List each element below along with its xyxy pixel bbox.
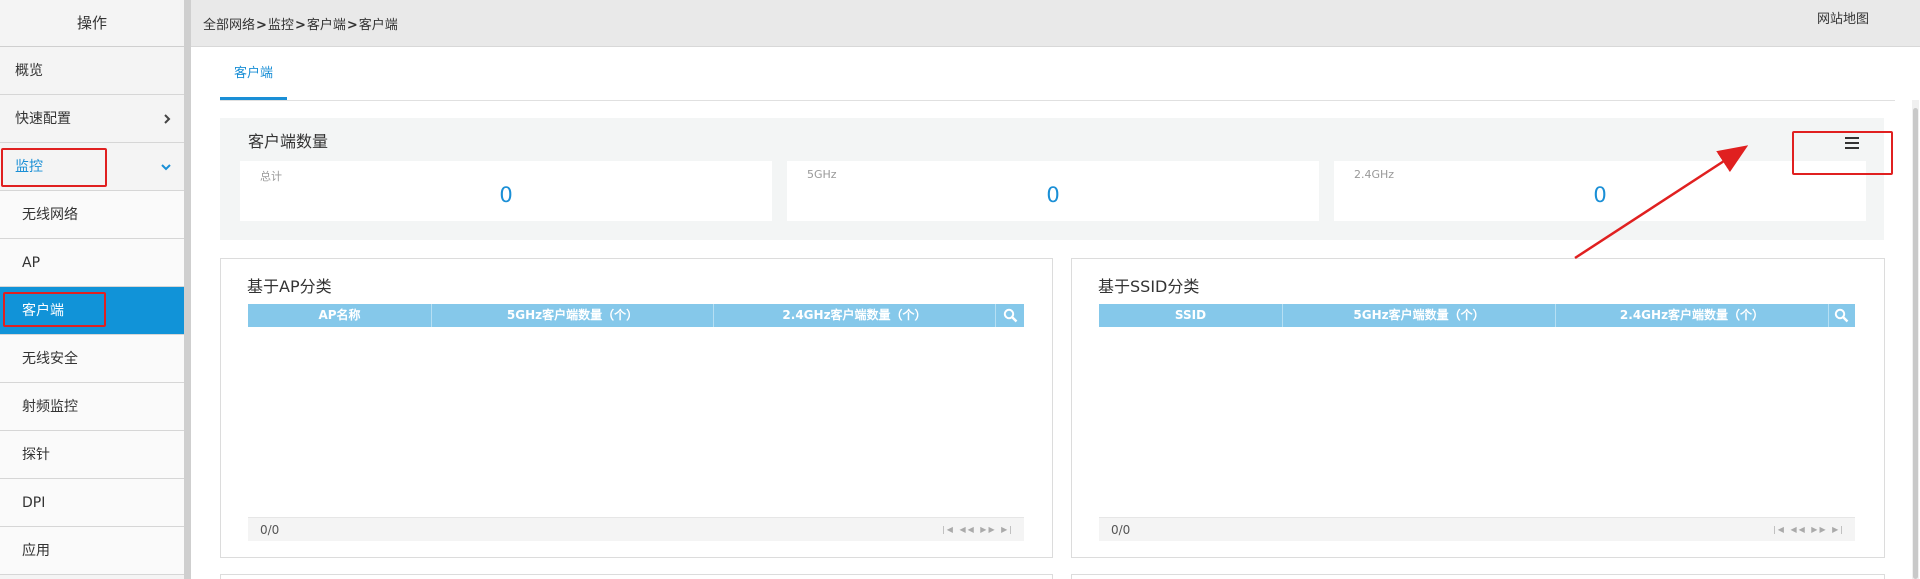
search-icon[interactable] — [1003, 308, 1018, 323]
breadcrumb-item[interactable]: 监控 — [268, 18, 294, 33]
annotation-box-monitor — [1, 148, 107, 187]
breadcrumb: 全部网络>监控>客户端>客户端 — [203, 14, 398, 33]
column-header-24ghz-count[interactable]: 2.4GHz客户端数量（个） — [714, 304, 996, 327]
breadcrumb-separator: > — [256, 18, 267, 33]
column-header-24ghz-count[interactable]: 2.4GHz客户端数量（个） — [1556, 304, 1829, 327]
sidebar-item-label: DPI — [22, 495, 46, 511]
sidebar-item-label: 概览 — [15, 63, 43, 79]
client-count-panel: 客户端数量 总计 0 5GHz 0 2.4GHz 0 — [220, 118, 1884, 240]
sidebar-item-quick-config[interactable]: 快速配置 — [0, 95, 184, 143]
by-ap-grid-header: AP名称 5GHz客户端数量（个） 2.4GHz客户端数量（个） — [248, 304, 1024, 327]
sidebar-item-wireless-network[interactable]: 无线网络 — [0, 191, 184, 239]
by-ap-title: 基于AP分类 — [247, 277, 332, 296]
sidebar-header: 操作 — [0, 0, 184, 47]
by-ssid-grid-header: SSID 5GHz客户端数量（个） 2.4GHz客户端数量（个） — [1099, 304, 1855, 327]
sidebar-item-rf-monitor[interactable]: 射频监控 — [0, 383, 184, 431]
breadcrumb-separator: > — [346, 18, 358, 33]
column-header-5ghz-count[interactable]: 5GHz客户端数量（个） — [1283, 304, 1556, 327]
count-card-total: 总计 0 — [240, 161, 772, 221]
by-ssid-panel: 基于SSID分类 SSID 5GHz客户端数量（个） 2.4GHz客户端数量（个… — [1071, 258, 1885, 558]
pager-navigation-icons[interactable]: |◀ ◀◀ ▶▶ ▶| — [942, 518, 1014, 542]
count-card-value: 0 — [1593, 183, 1607, 207]
sidebar-item-label: 应用 — [22, 543, 50, 559]
breadcrumb-item-current: 客户端 — [358, 18, 398, 33]
count-card-label: 总计 — [260, 170, 282, 183]
breadcrumb-separator: > — [294, 18, 306, 33]
sidebar-item-wireless-security[interactable]: 无线安全 — [0, 335, 184, 383]
search-icon[interactable] — [1834, 308, 1849, 323]
panel-edge — [1071, 574, 1885, 579]
column-header-ap-name[interactable]: AP名称 — [248, 304, 432, 327]
column-header-5ghz-count[interactable]: 5GHz客户端数量（个） — [432, 304, 714, 327]
sidebar-item-label: 射频监控 — [22, 399, 78, 415]
sidebar-item-overview[interactable]: 概览 — [0, 47, 184, 95]
annotation-box-client — [3, 292, 106, 327]
sidebar-item-label: 快速配置 — [15, 111, 71, 127]
breadcrumb-item[interactable]: 全部网络 — [203, 18, 255, 33]
pager-navigation-icons[interactable]: |◀ ◀◀ ▶▶ ▶| — [1773, 518, 1845, 542]
by-ap-grid-footer: 0/0 |◀ ◀◀ ▶▶ ▶| — [248, 517, 1024, 541]
sidebar-item-application[interactable]: 应用 — [0, 527, 184, 575]
annotation-box-list-icon — [1792, 131, 1893, 175]
tab-client[interactable]: 客户端 — [220, 52, 287, 100]
count-card-value: 0 — [1046, 183, 1060, 207]
sidebar: 操作 概览 快速配置 监控 无线网络 AP 客户端 无线安全 射频监控 探针 D… — [0, 0, 191, 579]
client-count-title: 客户端数量 — [248, 132, 329, 151]
tab-bar: 客户端 — [220, 52, 1895, 101]
sitemap-link[interactable]: 网站地图 — [1817, 8, 1869, 27]
sidebar-item-label: 无线网络 — [22, 207, 78, 223]
count-card-24ghz: 2.4GHz 0 — [1334, 161, 1866, 221]
sidebar-item-dpi[interactable]: DPI — [0, 479, 184, 527]
by-ap-panel: 基于AP分类 AP名称 5GHz客户端数量（个） 2.4GHz客户端数量（个） … — [220, 258, 1053, 558]
scrollbar-thumb[interactable] — [1913, 108, 1918, 579]
count-card-value: 0 — [499, 183, 513, 207]
sidebar-item-label: 无线安全 — [22, 351, 78, 367]
by-ssid-grid-footer: 0/0 |◀ ◀◀ ▶▶ ▶| — [1099, 517, 1855, 541]
breadcrumb-item[interactable]: 客户端 — [307, 18, 346, 33]
sidebar-item-ap[interactable]: AP — [0, 239, 184, 287]
sidebar-item-label: 探针 — [22, 447, 50, 463]
sidebar-item-probe[interactable]: 探针 — [0, 431, 184, 479]
count-card-label: 5GHz — [807, 168, 837, 181]
by-ssid-title: 基于SSID分类 — [1098, 277, 1200, 296]
count-card-5ghz: 5GHz 0 — [787, 161, 1319, 221]
sidebar-item-label: AP — [22, 255, 41, 271]
count-card-label: 2.4GHz — [1354, 168, 1395, 181]
top-bar: 全部网络>监控>客户端>客户端 网站地图 — [191, 0, 1920, 47]
panel-edge — [220, 574, 1053, 579]
pager-status: 0/0 — [260, 523, 280, 537]
pager-status: 0/0 — [1111, 523, 1131, 537]
column-header-ssid[interactable]: SSID — [1099, 304, 1283, 327]
